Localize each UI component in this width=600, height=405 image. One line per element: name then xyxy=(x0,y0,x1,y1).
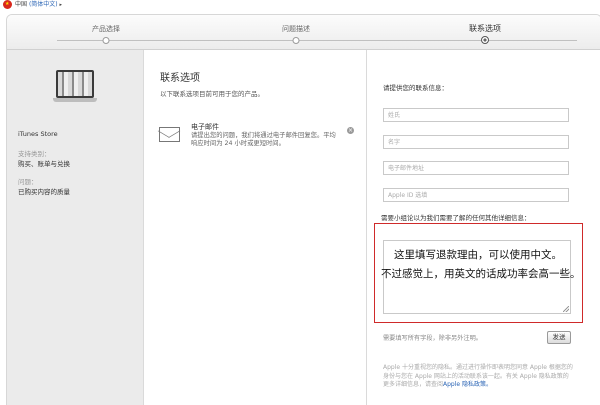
region-language: (简体中文) xyxy=(28,1,58,8)
annotation-text-line1: 这里填写退款理由，可以使用中文。 xyxy=(394,249,562,261)
support-category-label: 支持类别： xyxy=(18,150,51,158)
step-product-dot[interactable] xyxy=(102,37,110,44)
china-flag-icon: ★ xyxy=(3,0,12,9)
contact-options-subtitle: 以下联系选项目前可用于您的产品。 xyxy=(160,90,264,98)
progress-steps: 产品选择 问题描述 联系选项 xyxy=(7,15,600,50)
apple-id-field[interactable]: Apple ID 选填 xyxy=(383,188,569,202)
email-option-title: 电子邮件 xyxy=(191,123,219,131)
support-category-value: 购买、账单与兑换 xyxy=(18,160,70,168)
email-field[interactable]: 电子邮件地址 xyxy=(383,161,569,175)
contact-options: 联系选项 以下联系选项目前可用于您的产品。 电子邮件 请提出您的问题，我们将通过… xyxy=(144,50,366,405)
support-panel: 产品选择 问题描述 联系选项 iTunes Store 支持类别： 购买、账单与… xyxy=(6,14,600,405)
itunes-laptop-icon xyxy=(53,70,97,104)
region-selector[interactable]: 中国 (简体中文) ▸ xyxy=(15,0,62,10)
product-name: iTunes Store xyxy=(18,130,58,138)
step-contact-label: 联系选项 xyxy=(469,24,501,33)
surname-field[interactable]: 姓氏 xyxy=(383,108,569,122)
given-name-field[interactable]: 名字 xyxy=(383,135,569,149)
region-arrow-icon: ▸ xyxy=(59,2,63,8)
annotation-text-line2: 不过感觉上，用英文的话成功率会高一些。 xyxy=(381,268,581,280)
required-fields-note: 需要填写所有字段，除非另外注明。 xyxy=(383,335,482,342)
email-option[interactable]: 电子邮件 请提出您的问题，我们将通过电子邮件回复您。平均响应时间为 24 小时或… xyxy=(144,120,366,160)
product-summary-sidebar: iTunes Store 支持类别： 购买、账单与兑换 问题： 已购买内容的质量 xyxy=(7,50,144,405)
envelope-icon xyxy=(159,127,180,142)
issue-value: 已购买内容的质量 xyxy=(18,188,70,196)
issue-label: 问题： xyxy=(18,178,38,186)
privacy-notice: Apple 十分重视您的隐私。通过进行操作即表明您同意 Apple 根据您的身份… xyxy=(383,364,573,390)
privacy-policy-link[interactable]: Apple 隐私政策。 xyxy=(443,381,492,388)
step-contact-dot xyxy=(481,36,489,44)
region-country: 中国 xyxy=(15,1,28,8)
step-issue-label: 问题描述 xyxy=(282,25,310,33)
email-option-description: 请提出您的问题，我们将通过电子邮件回复您。平均响应时间为 24 小时或更短时间。 xyxy=(191,132,336,147)
contact-form-title: 请提供您的联系信息： xyxy=(383,84,448,92)
send-button[interactable]: 发送 xyxy=(547,331,571,344)
contact-form: 请提供您的联系信息： 姓氏 名字 电子邮件地址 Apple ID 选填 需要小组… xyxy=(366,50,600,405)
step-issue-dot[interactable] xyxy=(292,37,300,44)
step-product-label: 产品选择 xyxy=(92,25,120,33)
contact-options-title: 联系选项 xyxy=(160,73,200,84)
details-prompt: 需要小组论以为我们需要了解的任何其他详细信息： xyxy=(381,214,531,222)
close-icon[interactable]: × xyxy=(347,127,354,134)
region-bar: ★ 中国 (简体中文) ▸ xyxy=(0,0,600,12)
progress-track xyxy=(57,40,577,41)
